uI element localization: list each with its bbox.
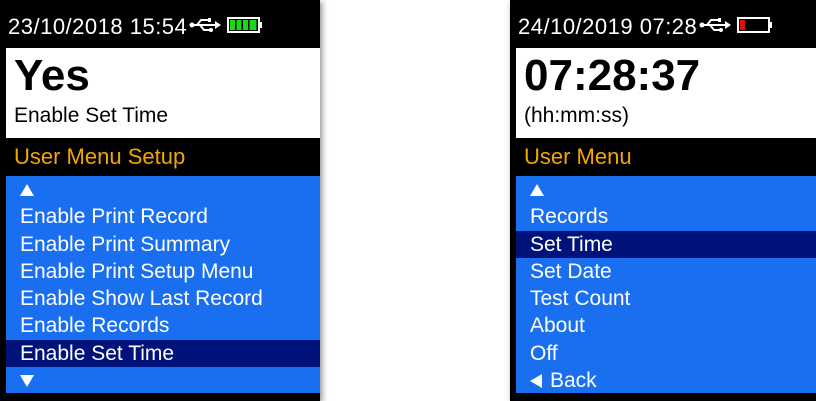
menu-title: User Menu Setup	[6, 140, 320, 174]
menu-item-enable-print-setup-menu[interactable]: Enable Print Setup Menu	[6, 258, 320, 285]
menu-item-enable-print-record[interactable]: Enable Print Record	[6, 203, 320, 230]
menu-item-enable-records[interactable]: Enable Records	[6, 312, 320, 339]
usb-icon	[189, 17, 222, 38]
menu-item-off[interactable]: Off	[516, 340, 816, 367]
menu-item-enable-print-summary[interactable]: Enable Print Summary	[6, 231, 320, 258]
device-screen-left: 23/10/2018 15:54 Yes Enable Set Time Use…	[0, 0, 320, 401]
value-panel: 07:28:37 (hh:mm:ss)	[516, 48, 816, 138]
setting-value: Yes	[14, 51, 90, 100]
arrow-up-icon	[20, 183, 34, 196]
menu-item-enable-set-time[interactable]: Enable Set Time	[6, 339, 320, 368]
menu-item-test-count[interactable]: Test Count	[516, 285, 816, 312]
status-datetime: 24/10/2019 07:28	[518, 14, 698, 39]
setting-label: Enable Set Time	[14, 104, 169, 127]
arrow-down-icon	[20, 374, 34, 387]
scroll-down-button[interactable]	[6, 367, 320, 393]
scroll-up-button[interactable]	[6, 176, 320, 203]
status-bar: 23/10/2018 15:54	[8, 12, 320, 42]
arrow-up-icon	[530, 183, 544, 196]
arrow-left-icon	[530, 373, 542, 388]
usb-icon	[699, 17, 732, 38]
menu-title: User Menu	[516, 140, 816, 174]
back-label: Back	[550, 369, 597, 393]
menu-item-set-time[interactable]: Set Time	[516, 230, 816, 258]
scroll-up-button[interactable]	[516, 176, 816, 203]
status-datetime: 23/10/2018 15:54	[8, 14, 188, 39]
time-format-label: (hh:mm:ss)	[524, 104, 629, 127]
menu-item-enable-show-last-record[interactable]: Enable Show Last Record	[6, 285, 320, 312]
menu-item-set-date[interactable]: Set Date	[516, 258, 816, 285]
device-screen-right: 24/10/2019 07:28 07:28:37 (hh:mm:ss) Use…	[510, 0, 816, 401]
time-value: 07:28:37	[524, 51, 701, 100]
battery-low-icon	[737, 16, 773, 39]
menu-list[interactable]: Records Set Time Set Date Test Count Abo…	[516, 176, 816, 393]
value-panel: Yes Enable Set Time	[6, 48, 320, 138]
menu-item-about[interactable]: About	[516, 312, 816, 339]
back-button[interactable]: Back	[516, 367, 816, 393]
menu-list[interactable]: Enable Print Record Enable Print Summary…	[6, 176, 320, 393]
status-bar: 24/10/2019 07:28	[518, 12, 816, 42]
battery-full-icon	[227, 16, 263, 39]
menu-item-records[interactable]: Records	[516, 203, 816, 230]
